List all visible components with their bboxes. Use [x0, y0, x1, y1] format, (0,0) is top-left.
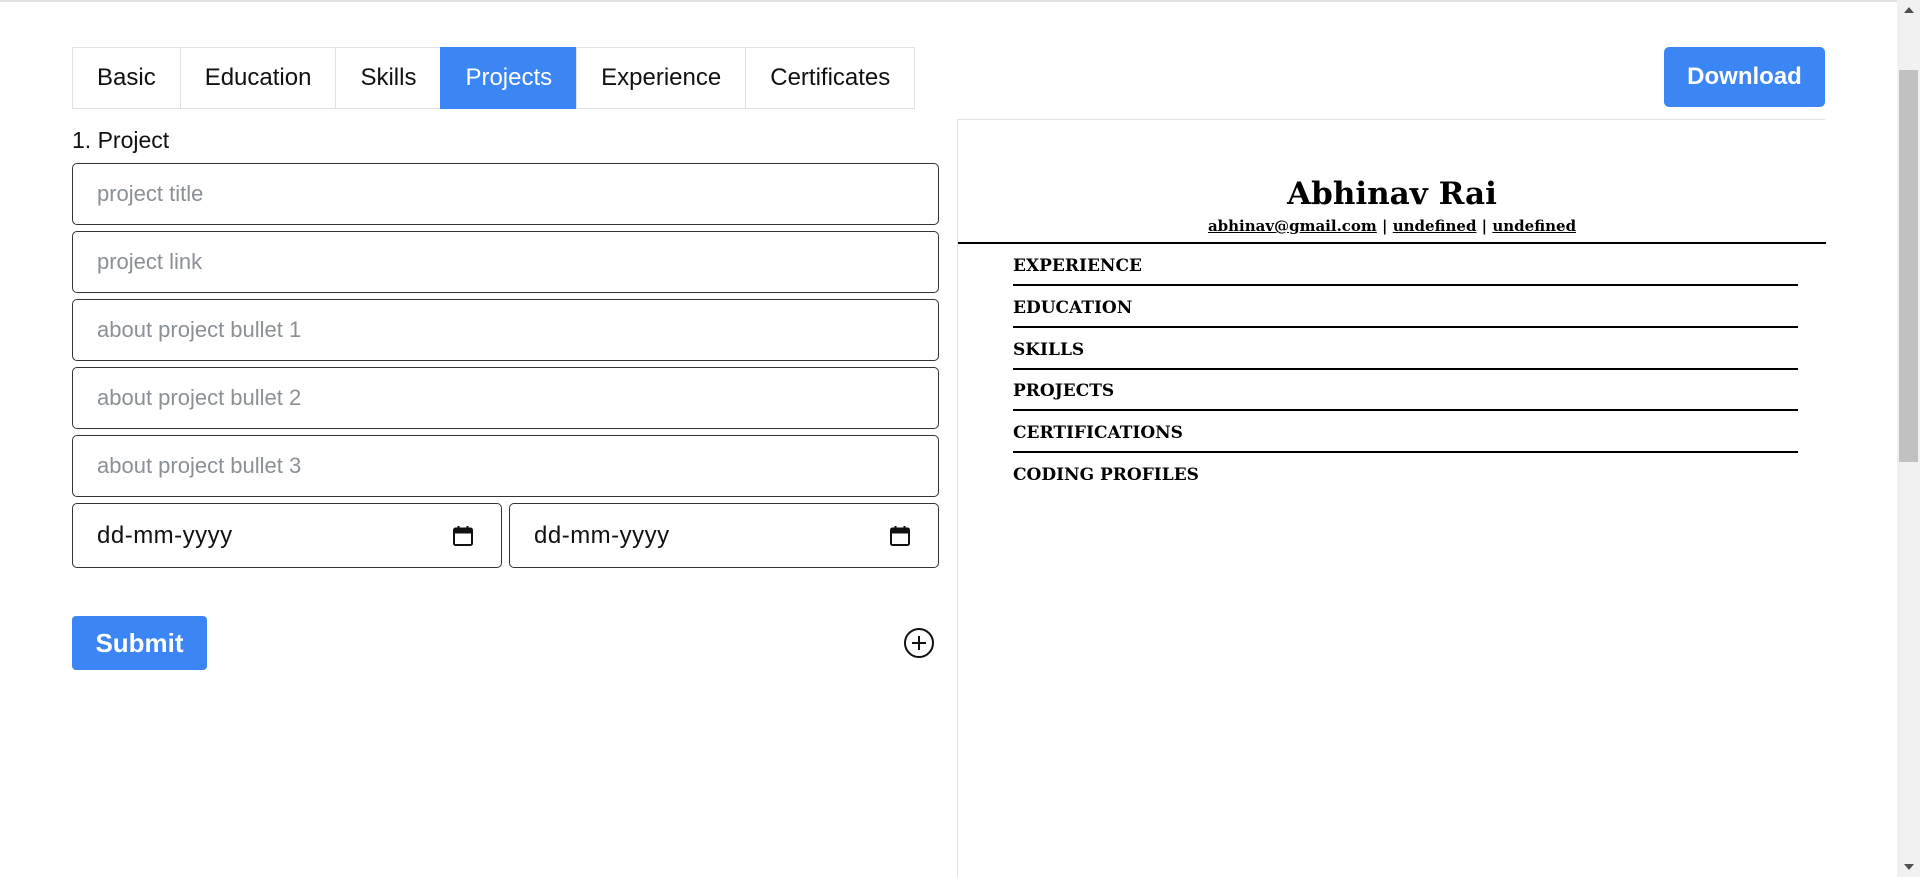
- heading-certifications: CERTIFICATIONS: [1013, 423, 1798, 453]
- project-bullet-1-input[interactable]: [72, 299, 939, 361]
- start-date-input[interactable]: dd-mm-yyyy: [72, 503, 502, 568]
- resume-contact-line: abhinav@gmail.com | undefined | undefine…: [958, 217, 1826, 235]
- section-tabs: Basic Education Skills Projects Experien…: [72, 47, 916, 109]
- top-divider: [0, 0, 1897, 2]
- tab-projects[interactable]: Projects: [440, 47, 578, 109]
- separator: |: [1481, 217, 1488, 235]
- calendar-icon[interactable]: [888, 524, 912, 548]
- project-bullet-3-input[interactable]: [72, 435, 939, 497]
- submit-button[interactable]: Submit: [72, 616, 207, 670]
- project-title-input[interactable]: [72, 163, 939, 225]
- add-project-icon[interactable]: [903, 627, 935, 659]
- page-scrollbar[interactable]: [1897, 0, 1920, 877]
- header-divider: [958, 242, 1826, 244]
- heading-experience: EXPERIENCE: [1013, 256, 1798, 286]
- email-link[interactable]: abhinav@gmail.com: [1208, 217, 1377, 235]
- scrollbar-thumb[interactable]: [1899, 70, 1918, 462]
- project-section-label: 1. Project: [72, 127, 170, 153]
- separator: |: [1382, 217, 1388, 235]
- scroll-down-arrow-icon[interactable]: [1897, 857, 1920, 877]
- project-link-input[interactable]: [72, 231, 939, 293]
- calendar-icon[interactable]: [451, 524, 475, 548]
- tab-basic[interactable]: Basic: [72, 47, 181, 109]
- tab-experience[interactable]: Experience: [576, 47, 747, 109]
- download-button[interactable]: Download: [1664, 47, 1825, 107]
- heading-education: EDUCATION: [1013, 298, 1798, 328]
- end-date-value: dd-mm-yyyy: [534, 521, 670, 549]
- heading-projects: PROJECTS: [1013, 381, 1798, 411]
- scroll-up-arrow-icon[interactable]: [1897, 0, 1920, 20]
- heading-skills: SKILLS: [1013, 340, 1798, 370]
- profile-link-2[interactable]: undefined: [1492, 217, 1576, 235]
- end-date-input[interactable]: dd-mm-yyyy: [509, 503, 939, 568]
- resume-name: Abhinav Rai: [1287, 176, 1497, 212]
- start-date-value: dd-mm-yyyy: [97, 521, 233, 549]
- project-bullet-2-input[interactable]: [72, 367, 939, 429]
- tab-skills[interactable]: Skills: [335, 47, 442, 109]
- resume-preview: Abhinav Rai abhinav@gmail.com | undefine…: [957, 119, 1826, 877]
- tab-certificates[interactable]: Certificates: [745, 47, 916, 109]
- profile-link-1[interactable]: undefined: [1393, 217, 1477, 235]
- tab-education[interactable]: Education: [179, 47, 337, 109]
- heading-coding-profiles: CODING PROFILES: [1013, 465, 1199, 485]
